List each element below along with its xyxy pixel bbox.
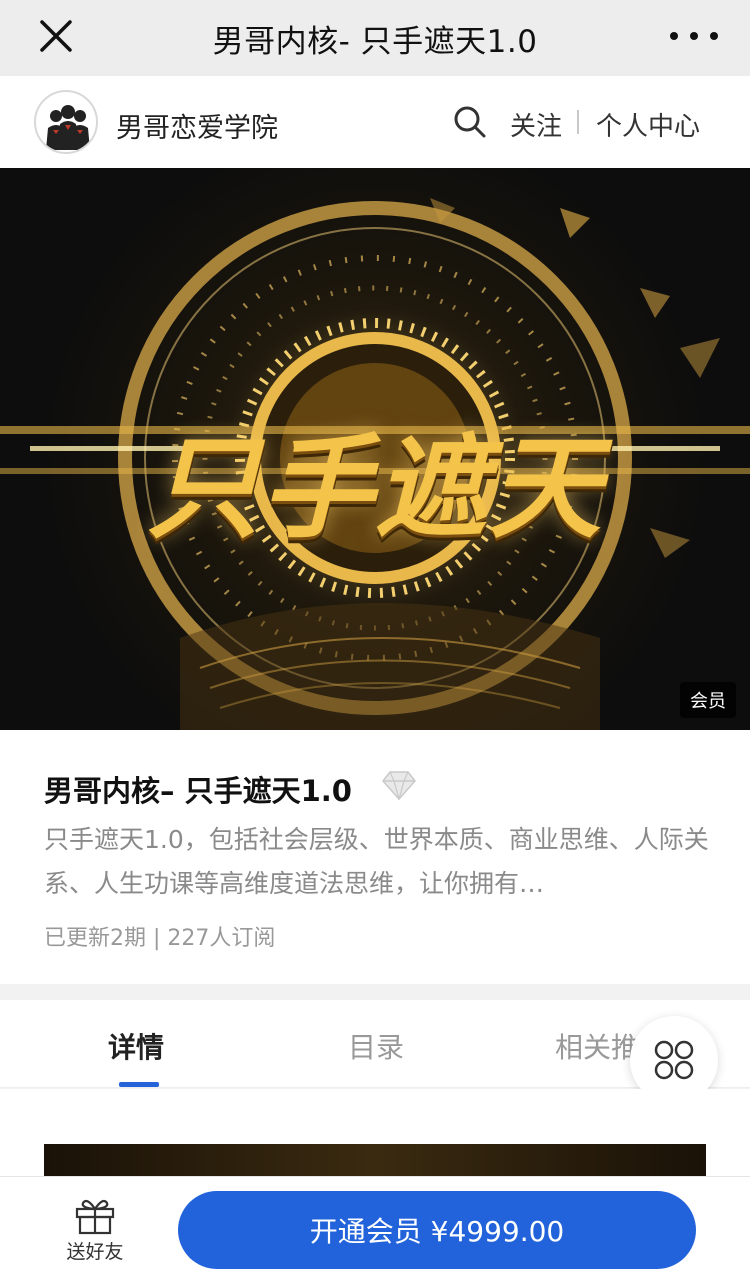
- follow-button[interactable]: 关注: [510, 106, 562, 143]
- search-icon[interactable]: [452, 104, 488, 140]
- tab-details[interactable]: 详情: [108, 1026, 164, 1066]
- course-title: 男哥内核– 只手遮天1.0: [44, 774, 352, 808]
- more-options-icon[interactable]: [670, 22, 718, 50]
- diamond-icon: [382, 771, 416, 800]
- divider: [577, 110, 579, 134]
- personal-center-link[interactable]: 个人中心: [596, 106, 700, 143]
- tab-catalog[interactable]: 目录: [348, 1026, 404, 1066]
- course-info-card: 男哥内核– 只手遮天1.0 只手遮天1.0，包括社会层级、世界本质、商业思维、人…: [0, 730, 750, 984]
- subscribe-button[interactable]: 开通会员 ¥4999.00: [178, 1191, 696, 1269]
- top-nav-bar: 男哥内核- 只手遮天1.0: [0, 0, 750, 76]
- bottom-action-bar: 送好友 开通会员 ¥4999.00: [0, 1176, 750, 1280]
- send-friend-label: 送好友: [66, 1241, 124, 1263]
- gift-icon: [75, 1199, 115, 1235]
- detail-content: [0, 1089, 750, 1204]
- member-badge: 会员: [680, 682, 736, 718]
- shop-name[interactable]: 男哥恋爱学院: [116, 106, 278, 145]
- page-title: 男哥内核- 只手遮天1.0: [212, 23, 538, 60]
- banner-headline: 只手遮天: [147, 424, 603, 554]
- shop-header: 男哥恋爱学院 关注 个人中心: [0, 76, 750, 168]
- tab-related[interactable]: 相关推: [555, 1026, 639, 1066]
- shop-avatar[interactable]: [34, 90, 98, 154]
- close-icon[interactable]: [36, 16, 76, 56]
- course-meta: 已更新2期 | 227人订阅: [44, 926, 276, 951]
- grid-menu-icon: [654, 1040, 694, 1080]
- active-tab-indicator: [119, 1082, 159, 1087]
- course-description: 只手遮天1.0，包括社会层级、世界本质、商业思维、人际关系、人生功课等高维度道法…: [44, 825, 709, 898]
- course-banner: 只手遮天 会员: [0, 168, 750, 730]
- send-friend-button[interactable]: 送好友: [60, 1195, 130, 1275]
